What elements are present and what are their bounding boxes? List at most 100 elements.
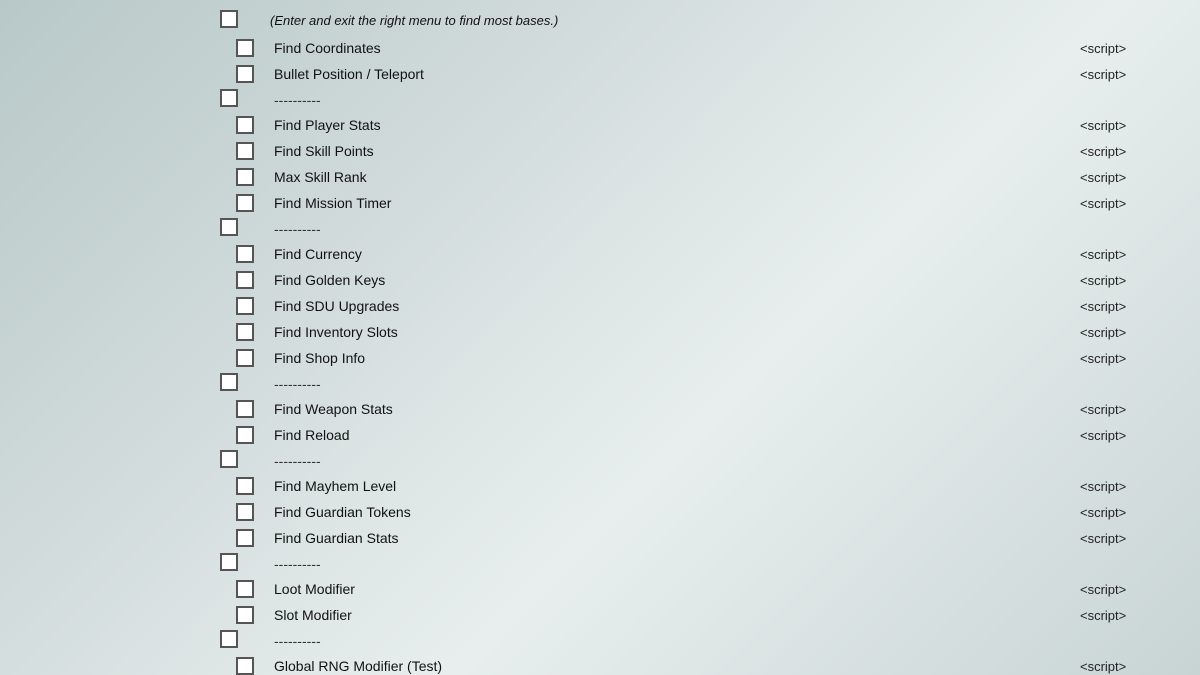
separator-row: ---------- [220, 628, 1200, 653]
script-badge[interactable]: <script> [1080, 196, 1200, 211]
checkbox-cell [220, 657, 270, 675]
row-checkbox[interactable] [236, 400, 254, 418]
row-checkbox[interactable] [236, 271, 254, 289]
separator-text: ---------- [270, 221, 321, 237]
row-checkbox[interactable] [236, 168, 254, 186]
row-checkbox[interactable] [220, 10, 238, 28]
separator-row: ---------- [220, 371, 1200, 396]
row-checkbox[interactable] [220, 373, 238, 391]
row-checkbox[interactable] [236, 426, 254, 444]
checkbox-cell [220, 142, 270, 160]
script-badge[interactable]: <script> [1080, 428, 1200, 443]
checkbox-spacer [220, 630, 270, 651]
item-label: Max Skill Rank [270, 169, 1080, 185]
row-checkbox[interactable] [220, 218, 238, 236]
script-badge[interactable]: <script> [1080, 351, 1200, 366]
item-label: Global RNG Modifier (Test) [270, 658, 1080, 674]
separator-text: ---------- [270, 453, 321, 469]
row-checkbox[interactable] [220, 450, 238, 468]
row-checkbox[interactable] [236, 65, 254, 83]
note-row: (Enter and exit the right menu to find m… [220, 6, 1200, 35]
row-checkbox[interactable] [220, 553, 238, 571]
row-checkbox[interactable] [236, 657, 254, 675]
checkbox-cell [220, 580, 270, 598]
row-checkbox[interactable] [236, 580, 254, 598]
list-item: Global RNG Modifier (Test)<script> [220, 653, 1200, 675]
script-badge[interactable]: <script> [1080, 325, 1200, 340]
checkbox-spacer [220, 89, 270, 110]
list-item: Find Golden Keys<script> [220, 267, 1200, 293]
row-checkbox[interactable] [236, 503, 254, 521]
script-badge[interactable]: <script> [1080, 273, 1200, 288]
script-badge[interactable]: <script> [1080, 531, 1200, 546]
row-checkbox[interactable] [220, 630, 238, 648]
item-label: Find SDU Upgrades [270, 298, 1080, 314]
row-checkbox[interactable] [236, 116, 254, 134]
list-item: Find Mission Timer<script> [220, 190, 1200, 216]
checkbox-spacer [220, 450, 270, 471]
separator-row: ---------- [220, 216, 1200, 241]
checkbox-cell [220, 529, 270, 547]
script-badge[interactable]: <script> [1080, 247, 1200, 262]
list-item: Max Skill Rank<script> [220, 164, 1200, 190]
item-label: Find Currency [270, 246, 1080, 262]
list-item: Find SDU Upgrades<script> [220, 293, 1200, 319]
checkbox-cell [220, 323, 270, 341]
item-label: Bullet Position / Teleport [270, 66, 1080, 82]
item-label: Find Guardian Tokens [270, 504, 1080, 520]
script-badge[interactable]: <script> [1080, 608, 1200, 623]
script-badge[interactable]: <script> [1080, 170, 1200, 185]
script-badge[interactable]: <script> [1080, 659, 1200, 674]
checkbox-cell [220, 39, 270, 57]
list-item: Find Currency<script> [220, 241, 1200, 267]
row-checkbox[interactable] [236, 349, 254, 367]
list-item: Slot Modifier<script> [220, 602, 1200, 628]
separator-text: ---------- [270, 556, 321, 572]
script-badge[interactable]: <script> [1080, 144, 1200, 159]
list-area: (Enter and exit the right menu to find m… [220, 0, 1200, 675]
row-checkbox[interactable] [236, 323, 254, 341]
row-checkbox[interactable] [236, 194, 254, 212]
checkbox-cell [220, 65, 270, 83]
row-checkbox[interactable] [236, 39, 254, 57]
script-badge[interactable]: <script> [1080, 299, 1200, 314]
row-checkbox[interactable] [236, 297, 254, 315]
list-item: Find Mayhem Level<script> [220, 473, 1200, 499]
list-item: Bullet Position / Teleport<script> [220, 61, 1200, 87]
item-label: Find Golden Keys [270, 272, 1080, 288]
item-label: Find Inventory Slots [270, 324, 1080, 340]
item-label: Slot Modifier [270, 607, 1080, 623]
checkbox-cell [220, 477, 270, 495]
item-label: Find Weapon Stats [270, 401, 1080, 417]
list-item: Find Guardian Tokens<script> [220, 499, 1200, 525]
item-label: Find Shop Info [270, 350, 1080, 366]
checkbox-cell [220, 349, 270, 367]
row-checkbox[interactable] [236, 477, 254, 495]
checkbox-cell [220, 426, 270, 444]
checkbox-spacer [220, 553, 270, 574]
script-badge[interactable]: <script> [1080, 67, 1200, 82]
script-badge[interactable]: <script> [1080, 582, 1200, 597]
script-badge[interactable]: <script> [1080, 479, 1200, 494]
script-badge[interactable]: <script> [1080, 402, 1200, 417]
item-label: Find Reload [270, 427, 1080, 443]
list-item: Find Skill Points<script> [220, 138, 1200, 164]
row-checkbox[interactable] [220, 89, 238, 107]
script-badge[interactable]: <script> [1080, 41, 1200, 56]
checkbox-cell [220, 168, 270, 186]
list-item: Find Shop Info<script> [220, 345, 1200, 371]
separator-row: ---------- [220, 448, 1200, 473]
script-badge[interactable]: <script> [1080, 118, 1200, 133]
separator-text: ---------- [270, 92, 321, 108]
checkbox-cell [220, 271, 270, 289]
script-badge[interactable]: <script> [1080, 505, 1200, 520]
main-container: (Enter and exit the right menu to find m… [0, 0, 1200, 675]
list-item: Loot Modifier<script> [220, 576, 1200, 602]
row-checkbox[interactable] [236, 529, 254, 547]
row-checkbox[interactable] [236, 245, 254, 263]
row-checkbox[interactable] [236, 142, 254, 160]
checkbox-cell [220, 245, 270, 263]
row-checkbox[interactable] [236, 606, 254, 624]
item-label: Find Mayhem Level [270, 478, 1080, 494]
separator-row: ---------- [220, 551, 1200, 576]
